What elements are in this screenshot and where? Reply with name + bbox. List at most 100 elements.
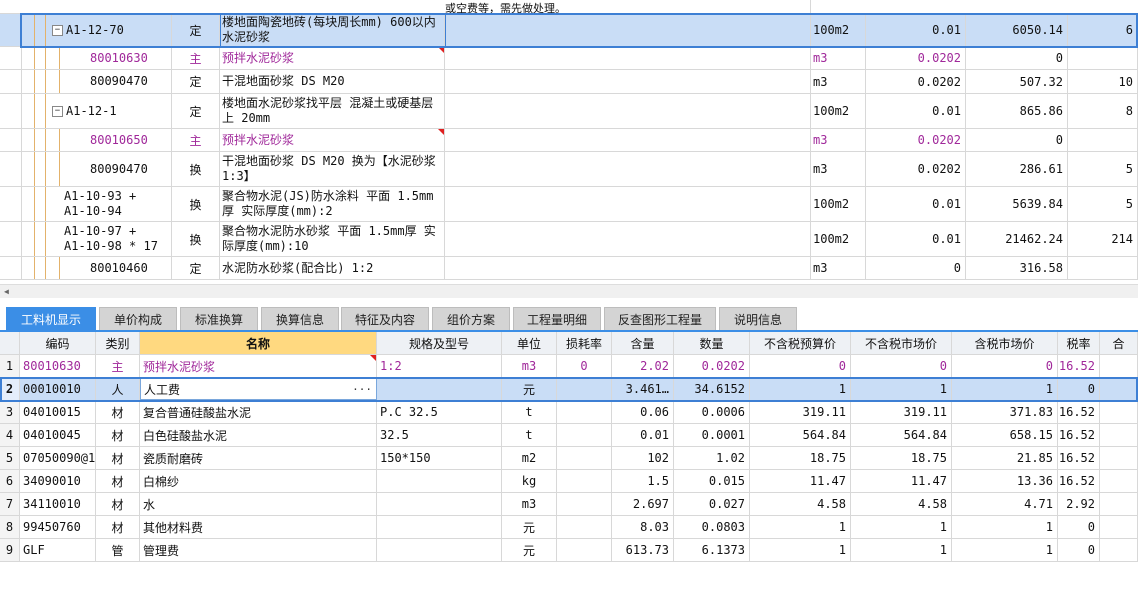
tab-4[interactable]: 换算信息 (261, 307, 339, 331)
resource-content-cell[interactable]: 2.697 (612, 493, 674, 515)
item-code-cell[interactable]: A1-10-97 + A1-10-98 * 17 (22, 222, 172, 256)
resource-market-cell[interactable]: 1 (851, 516, 952, 538)
resource-loss-cell[interactable] (557, 516, 612, 538)
resource-name-cell[interactable]: 管理费 (140, 539, 377, 561)
resource-name-cell[interactable]: 白棉纱 (140, 470, 377, 492)
column-header-name[interactable]: 名称 (140, 332, 377, 354)
item-name-cell[interactable]: 干混地面砂浆 DS M20 换为【水泥砂浆1:3】 (220, 152, 445, 186)
column-header-content[interactable]: 含量 (612, 332, 674, 354)
item-type-cell[interactable]: 定 (172, 70, 220, 93)
resource-name-cell[interactable]: 复合普通硅酸盐水泥 (140, 401, 377, 423)
column-header-code[interactable]: 编码 (20, 332, 96, 354)
resource-unit-cell[interactable]: t (502, 424, 557, 446)
item-qty-cell[interactable]: 0.0202 (866, 70, 966, 93)
column-header-qty[interactable]: 数量 (674, 332, 750, 354)
item-code-cell[interactable]: 80090470 (22, 152, 172, 186)
resource-budget-cell[interactable]: 319.11 (750, 401, 851, 423)
column-header-budget[interactable]: 不含税预算价 (750, 332, 851, 354)
resource-taxmarket-cell[interactable]: 0 (952, 355, 1058, 377)
resource-rate-cell[interactable]: 16.52 (1058, 424, 1100, 446)
scroll-left-icon[interactable]: ◀ (4, 287, 12, 296)
resource-loss-cell[interactable]: 0 (557, 355, 612, 377)
item-code-cell[interactable]: 80010460 (22, 257, 172, 279)
resource-code-cell[interactable]: 04010015 (20, 401, 96, 423)
resource-qty-cell[interactable]: 0.015 (674, 470, 750, 492)
resource-name-cell[interactable]: 预拌水泥砂浆 (140, 355, 377, 377)
resource-code-cell[interactable]: 34090010 (20, 470, 96, 492)
resource-budget-cell[interactable]: 11.47 (750, 470, 851, 492)
item-blank-cell[interactable] (445, 152, 811, 186)
item-row[interactable]: 80090470 换 干混地面砂浆 DS M20 换为【水泥砂浆1:3】 m3 0.02… (0, 152, 1138, 187)
item-total-cell[interactable]: 5 (1068, 152, 1138, 186)
resource-extra-cell[interactable] (1100, 447, 1138, 469)
item-name-cell[interactable]: 水泥防水砂浆(配合比) 1:2 (220, 257, 445, 279)
item-qty-cell[interactable]: 0.0202 (866, 129, 966, 151)
resource-type-cell[interactable]: 主 (96, 355, 140, 377)
tab-9[interactable]: 说明信息 (719, 307, 797, 331)
horizontal-scrollbar[interactable]: ◀ (0, 284, 1138, 298)
column-header-type[interactable]: 类别 (96, 332, 140, 354)
item-price-cell[interactable]: 21462.24 (966, 222, 1068, 256)
item-row[interactable]: − A1-12-1 定 楼地面水泥砂浆找平层 混凝土或硬基层上 20mm 100m2 0.… (0, 94, 1138, 129)
resource-market-cell[interactable]: 4.58 (851, 493, 952, 515)
resource-extra-cell[interactable] (1100, 355, 1138, 377)
resource-row[interactable]: 8 99450760 材 其他材料费 元 8.03 0.0803 1 1 1 0 (0, 516, 1138, 539)
resource-budget-cell[interactable]: 18.75 (750, 447, 851, 469)
resource-extra-cell[interactable] (1100, 424, 1138, 446)
item-code-cell[interactable]: − A1-12-70 (22, 14, 172, 46)
item-qty-cell[interactable]: 0.0202 (866, 152, 966, 186)
item-unit-cell[interactable]: m3 (811, 257, 866, 279)
column-header-loss[interactable]: 损耗率 (557, 332, 612, 354)
item-blank-cell[interactable] (445, 70, 811, 93)
resource-content-cell[interactable]: 1.5 (612, 470, 674, 492)
item-name-cell[interactable]: 楼地面水泥砂浆找平层 混凝土或硬基层上 20mm (220, 94, 445, 128)
resource-budget-cell[interactable]: 4.58 (750, 493, 851, 515)
item-row[interactable]: A1-10-93 + A1-10-94 换 聚合物水泥(JS)防水涂料 平面 1.5… (0, 187, 1138, 222)
resource-budget-cell[interactable]: 1 (750, 378, 851, 400)
resource-taxmarket-cell[interactable]: 4.71 (952, 493, 1058, 515)
item-row[interactable]: A1-10-97 + A1-10-98 * 17 换 聚合物水泥防水砂浆 平面 1.… (0, 222, 1138, 257)
item-total-cell[interactable] (1068, 47, 1138, 69)
item-price-cell[interactable]: 865.86 (966, 94, 1068, 128)
resource-type-cell[interactable]: 材 (96, 447, 140, 469)
item-price-cell[interactable]: 0 (966, 129, 1068, 151)
resource-loss-cell[interactable] (557, 424, 612, 446)
item-unit-cell[interactable]: m3 (811, 129, 866, 151)
column-header-extra[interactable]: 合 (1100, 332, 1138, 354)
item-unit-cell[interactable]: m3 (811, 70, 866, 93)
item-type-cell[interactable]: 换 (172, 152, 220, 186)
item-code-cell[interactable]: 80090470 (22, 70, 172, 93)
resource-taxmarket-cell[interactable]: 658.15 (952, 424, 1058, 446)
resource-row[interactable]: 4 04010045 材 白色硅酸盐水泥 32.5 t 0.01 0.0001 564.84 56… (0, 424, 1138, 447)
item-blank-cell[interactable] (445, 47, 811, 69)
resource-code-cell[interactable]: GLF (20, 539, 96, 561)
resource-unit-cell[interactable]: m3 (502, 355, 557, 377)
resource-type-cell[interactable]: 材 (96, 470, 140, 492)
resource-code-cell[interactable]: 07050090@1 (20, 447, 96, 469)
resource-qty-cell[interactable]: 0.027 (674, 493, 750, 515)
resource-taxmarket-cell[interactable]: 371.83 (952, 401, 1058, 423)
resource-row[interactable]: 9 GLF 管 管理费 元 613.73 6.1373 1 1 1 0 (0, 539, 1138, 562)
item-name-cell[interactable]: 聚合物水泥防水砂浆 平面 1.5mm厚 实际厚度(mm):10 (220, 222, 445, 256)
item-type-cell[interactable]: 主 (172, 129, 220, 151)
resource-extra-cell[interactable] (1100, 539, 1138, 561)
item-blank-cell[interactable] (445, 129, 811, 151)
resource-loss-cell[interactable] (557, 401, 612, 423)
column-header-spec[interactable]: 规格及型号 (377, 332, 502, 354)
resource-spec-cell[interactable]: 32.5 (377, 424, 502, 446)
item-row[interactable]: 80090470 定 干混地面砂浆 DS M20 m3 0.0202 507.32 10 (0, 70, 1138, 94)
resource-qty-cell[interactable]: 0.0202 (674, 355, 750, 377)
more-options-button[interactable]: ··· (352, 383, 372, 396)
resource-spec-cell[interactable]: 1:2 (377, 355, 502, 377)
resource-extra-cell[interactable] (1100, 401, 1138, 423)
item-blank-cell[interactable] (445, 14, 811, 46)
resource-qty-cell[interactable]: 6.1373 (674, 539, 750, 561)
resource-unit-cell[interactable]: 元 (502, 516, 557, 538)
item-code-cell[interactable]: 80010650 (22, 129, 172, 151)
resource-qty-cell[interactable]: 0.0803 (674, 516, 750, 538)
item-total-cell[interactable]: 214 (1068, 222, 1138, 256)
resource-code-cell[interactable]: 99450760 (20, 516, 96, 538)
resource-budget-cell[interactable]: 0 (750, 355, 851, 377)
resource-code-cell[interactable]: 34110010 (20, 493, 96, 515)
resource-row[interactable]: 1 80010630 主 预拌水泥砂浆 1:2 m3 0 2.02 0.0202 0 0 0 16.52 (0, 355, 1138, 378)
